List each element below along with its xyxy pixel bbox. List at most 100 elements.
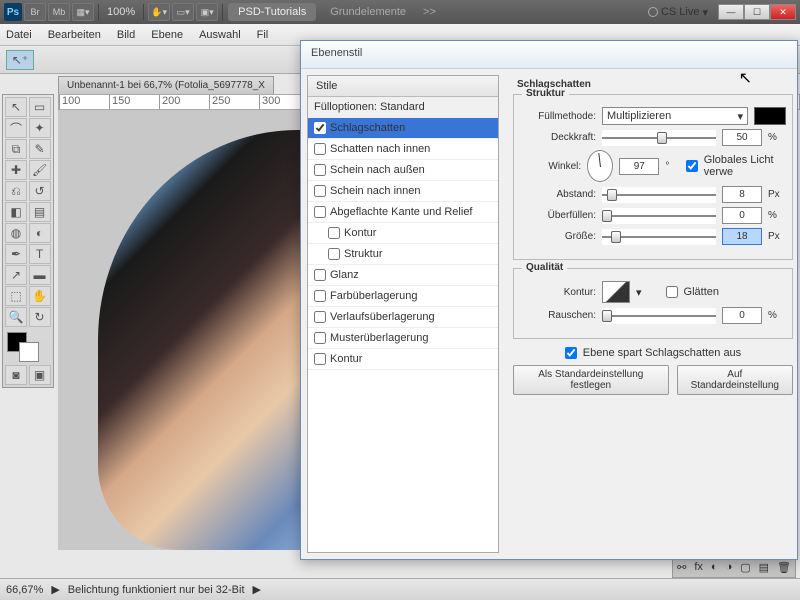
- menu-item[interactable]: Datei: [6, 29, 32, 41]
- make-default-button[interactable]: Als Standardeinstellung festlegen: [513, 365, 669, 395]
- zoom-tool-icon[interactable]: 🔍: [5, 307, 27, 327]
- spread-field[interactable]: [722, 207, 762, 224]
- style-checkbox[interactable]: [314, 164, 326, 176]
- distance-field[interactable]: [722, 186, 762, 203]
- status-arrow-icon[interactable]: ▶: [51, 583, 59, 596]
- minibridge-icon[interactable]: Mb: [48, 3, 70, 21]
- blur-tool-icon[interactable]: ◍: [5, 223, 27, 243]
- style-list-item[interactable]: Kontur: [308, 349, 498, 370]
- screenmode-icon[interactable]: ▣▾: [196, 3, 218, 21]
- style-checkbox[interactable]: [314, 143, 326, 155]
- style-list-item[interactable]: Struktur: [308, 244, 498, 265]
- blendmode-dropdown[interactable]: Multiplizieren▾: [602, 107, 748, 125]
- trash-icon[interactable]: 🗑: [777, 561, 791, 574]
- distance-slider[interactable]: [602, 187, 716, 203]
- style-checkbox[interactable]: [314, 332, 326, 344]
- reset-default-button[interactable]: Auf Standardeinstellung: [677, 365, 793, 395]
- screenmode-tool-icon[interactable]: ▣: [29, 365, 51, 385]
- link-icon[interactable]: ⚯: [677, 561, 686, 574]
- 3d-tool-icon[interactable]: ⬚: [5, 286, 27, 306]
- viewmode-icon[interactable]: ▦▾: [72, 3, 94, 21]
- style-list-item[interactable]: Schein nach innen: [308, 181, 498, 202]
- style-list-item[interactable]: Abgeflachte Kante und Relief: [308, 202, 498, 223]
- status-arrow-icon[interactable]: ▶: [253, 583, 261, 596]
- shape-tool-icon[interactable]: ▬: [29, 265, 51, 285]
- maximize-button[interactable]: ☐: [744, 4, 770, 20]
- spread-slider[interactable]: [602, 208, 716, 224]
- hand-icon[interactable]: ✋▾: [148, 3, 170, 21]
- workspace-tab[interactable]: Grundelemente: [320, 3, 416, 21]
- quickmask-icon[interactable]: ◙: [5, 365, 27, 385]
- style-list-header[interactable]: Stile: [308, 76, 498, 97]
- stamp-tool-icon[interactable]: ⎌: [5, 181, 27, 201]
- style-list-item[interactable]: Schatten nach innen: [308, 139, 498, 160]
- arrange-icon[interactable]: ▭▾: [172, 3, 194, 21]
- style-checkbox[interactable]: [328, 248, 340, 260]
- mask-icon[interactable]: ◐: [711, 561, 718, 573]
- style-list-item[interactable]: Glanz: [308, 265, 498, 286]
- noise-field[interactable]: [722, 307, 762, 324]
- style-checkbox[interactable]: [314, 206, 326, 218]
- size-slider[interactable]: [602, 229, 716, 245]
- path-tool-icon[interactable]: ↗: [5, 265, 27, 285]
- knockout-checkbox[interactable]: [565, 347, 577, 359]
- style-checkbox[interactable]: [314, 353, 326, 365]
- cs-live[interactable]: CS Live ▾: [648, 6, 708, 19]
- contour-picker[interactable]: [602, 281, 630, 303]
- chevron-down-icon[interactable]: ▾: [636, 286, 642, 299]
- move-tool-icon[interactable]: ↖: [5, 97, 27, 117]
- dodge-tool-icon[interactable]: ◐: [29, 223, 51, 243]
- zoom-value[interactable]: 100%: [107, 6, 135, 18]
- menu-item[interactable]: Ebene: [151, 29, 183, 41]
- close-button[interactable]: ✕: [770, 4, 796, 20]
- style-checkbox[interactable]: [314, 122, 326, 134]
- style-checkbox[interactable]: [328, 227, 340, 239]
- menu-item[interactable]: Auswahl: [199, 29, 241, 41]
- wand-tool-icon[interactable]: ✦: [29, 118, 51, 138]
- more-workspaces[interactable]: >>: [423, 6, 436, 18]
- style-list-item[interactable]: Kontur: [308, 223, 498, 244]
- noise-slider[interactable]: [602, 308, 716, 324]
- crop-tool-icon[interactable]: ⧉: [5, 139, 27, 159]
- color-swatches[interactable]: [5, 332, 51, 364]
- style-checkbox[interactable]: [314, 185, 326, 197]
- new-layer-icon[interactable]: ▤: [759, 561, 769, 574]
- minimize-button[interactable]: —: [718, 4, 744, 20]
- angle-field[interactable]: [619, 158, 659, 175]
- eyedropper-tool-icon[interactable]: ✎: [29, 139, 51, 159]
- heal-tool-icon[interactable]: ✚: [5, 160, 27, 180]
- size-field[interactable]: [722, 228, 762, 245]
- opacity-field[interactable]: [722, 129, 762, 146]
- style-list-item[interactable]: Schlagschatten: [308, 118, 498, 139]
- marquee-tool-icon[interactable]: ▭: [29, 97, 51, 117]
- type-tool-icon[interactable]: T: [29, 244, 51, 264]
- move-tool-icon[interactable]: ↖⁺: [6, 50, 34, 70]
- fx-icon[interactable]: fx: [694, 561, 703, 573]
- history-brush-icon[interactable]: ↺: [29, 181, 51, 201]
- menu-item[interactable]: Bild: [117, 29, 135, 41]
- pen-tool-icon[interactable]: ✒: [5, 244, 27, 264]
- shadow-color-swatch[interactable]: [754, 107, 786, 125]
- status-zoom[interactable]: 66,67%: [6, 584, 43, 596]
- background-swatch[interactable]: [19, 342, 39, 362]
- lasso-tool-icon[interactable]: ⌒: [5, 118, 27, 138]
- menu-item[interactable]: Bearbeiten: [48, 29, 101, 41]
- style-checkbox[interactable]: [314, 290, 326, 302]
- style-list-item[interactable]: Schein nach außen: [308, 160, 498, 181]
- antialias-checkbox[interactable]: [666, 286, 678, 298]
- global-light-checkbox[interactable]: [686, 160, 698, 172]
- bridge-icon[interactable]: Br: [24, 3, 46, 21]
- style-list-item[interactable]: Verlaufsüberlagerung: [308, 307, 498, 328]
- menu-item[interactable]: Fil: [257, 29, 269, 41]
- adjustment-icon[interactable]: ◑: [726, 561, 733, 573]
- angle-dial[interactable]: [587, 150, 613, 182]
- eraser-tool-icon[interactable]: ◧: [5, 202, 27, 222]
- document-tab[interactable]: Unbenannt-1 bei 66,7% (Fotolia_5697778_X: [58, 76, 274, 94]
- brush-tool-icon[interactable]: 🖌: [29, 160, 51, 180]
- style-checkbox[interactable]: [314, 269, 326, 281]
- hand-tool-icon[interactable]: ✋: [29, 286, 51, 306]
- fill-options-item[interactable]: Fülloptionen: Standard: [308, 97, 498, 118]
- gradient-tool-icon[interactable]: ▤: [29, 202, 51, 222]
- opacity-slider[interactable]: [602, 130, 716, 146]
- folder-icon[interactable]: ▢: [740, 561, 750, 574]
